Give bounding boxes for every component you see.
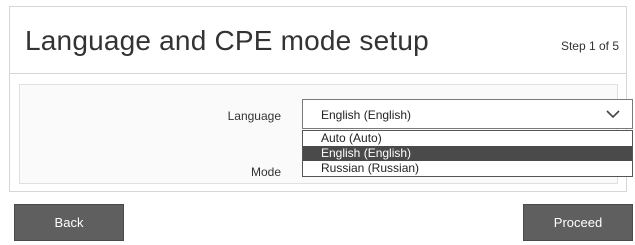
step-indicator: Step 1 of 5 — [560, 39, 619, 53]
chevron-down-icon — [606, 110, 620, 119]
language-option-russian[interactable]: Russian (Russian) — [303, 161, 632, 176]
language-dropdown-list: Auto (Auto) English (English) Russian (R… — [302, 130, 633, 177]
language-select-value: English (English) — [321, 108, 412, 122]
mode-label: Mode — [250, 165, 281, 179]
setup-wizard-panel: Language and CPE mode setup Step 1 of 5 … — [9, 6, 633, 192]
language-select[interactable]: English (English) — [302, 99, 633, 129]
proceed-button[interactable]: Proceed — [523, 204, 633, 241]
page-title: Language and CPE mode setup — [25, 25, 429, 56]
back-button[interactable]: Back — [14, 204, 124, 241]
language-label: Language — [227, 109, 281, 123]
language-option-english[interactable]: English (English) — [303, 146, 632, 161]
language-option-auto[interactable]: Auto (Auto) — [303, 131, 632, 146]
settings-form: Language Mode English (English) Auto (Au… — [19, 84, 633, 184]
wizard-header: Language and CPE mode setup Step 1 of 5 — [10, 7, 626, 74]
